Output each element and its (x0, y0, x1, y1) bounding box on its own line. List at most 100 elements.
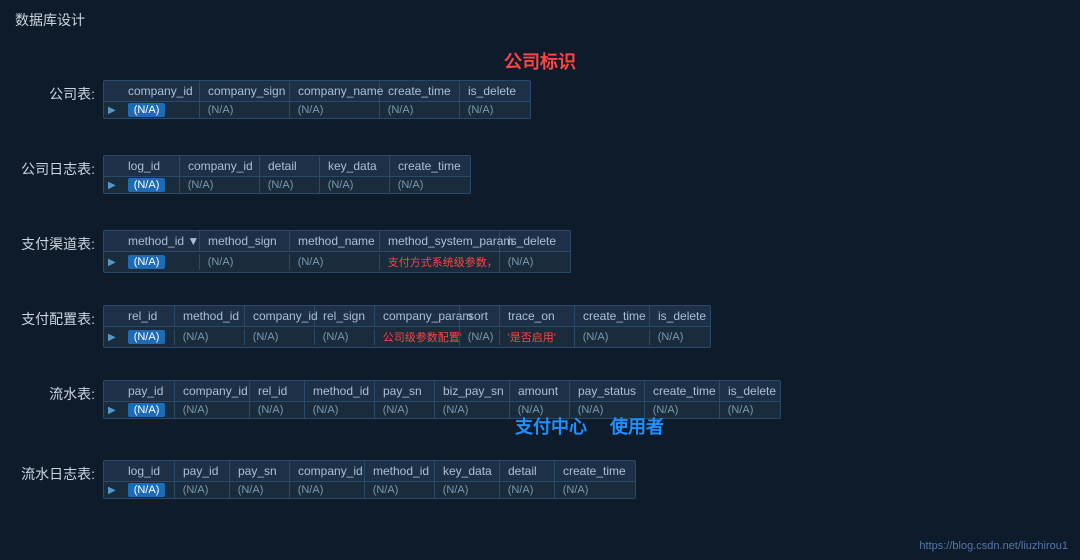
table-cell: (N/A) (375, 402, 435, 418)
table-cell: (N/A) (435, 402, 510, 418)
table-cell: (N/A) (555, 482, 635, 498)
column-header: pay_sn (375, 381, 435, 401)
db-table: log_idpay_idpay_sncompany_idmethod_idkey… (103, 460, 636, 499)
column-header: pay_status (570, 381, 645, 401)
row-expand-icon[interactable]: ▶ (104, 330, 120, 345)
row-expand-icon[interactable]: ▶ (104, 103, 120, 118)
table-cell: (N/A) (290, 102, 380, 118)
row-label: 公司日志表: (15, 155, 95, 179)
column-header: amount (510, 381, 570, 401)
table-cell: (N/A) (460, 102, 530, 118)
row-label: 流水表: (15, 380, 95, 404)
column-header: is_delete (500, 231, 570, 251)
table-cell: (N/A) (720, 402, 780, 418)
table-cell: 公司级参数配置' (375, 327, 460, 347)
table-cell: (N/A) (290, 254, 380, 270)
table-cell: (N/A) (120, 482, 175, 498)
column-header: method_id (365, 461, 435, 481)
column-header: trace_on (500, 306, 575, 326)
column-header: company_id (180, 156, 260, 176)
row-expand-icon[interactable]: ▶ (104, 178, 120, 193)
center-label: 公司标识 (0, 48, 1080, 74)
column-header: method_system_param (380, 231, 500, 251)
table-row: 公司日志表: log_idcompany_iddetailkey_datacrea… (15, 155, 471, 194)
table-cell: (N/A) (575, 329, 650, 345)
db-table: rel_idmethod_idcompany_idrel_signcompany… (103, 305, 711, 348)
column-header: log_id (120, 156, 180, 176)
row-label: 支付配置表: (15, 305, 95, 329)
row-label: 公司表: (15, 80, 95, 104)
table-cell: (N/A) (120, 177, 180, 193)
column-header: create_time (555, 461, 635, 481)
column-header: sort (460, 306, 500, 326)
column-header: is_delete (650, 306, 710, 326)
table-cell: (N/A) (365, 482, 435, 498)
column-header: method_sign (200, 231, 290, 251)
column-header: is_delete (460, 81, 530, 101)
table-row: 支付渠道表: method_id ▼method_signmethod_namem… (15, 230, 571, 273)
table-cell: (N/A) (175, 482, 230, 498)
column-header: biz_pay_sn (435, 381, 510, 401)
row-label: 支付渠道表: (15, 230, 95, 254)
table-cell: (N/A) (320, 177, 390, 193)
column-header: method_id (305, 381, 375, 401)
column-header: rel_id (250, 381, 305, 401)
table-row: 支付配置表: rel_idmethod_idcompany_idrel_signc… (15, 305, 711, 348)
table-cell: '是否启用' (500, 327, 575, 347)
column-header: log_id (120, 461, 175, 481)
column-header: detail (260, 156, 320, 176)
column-header: pay_id (120, 381, 175, 401)
table-cell: (N/A) (500, 254, 570, 270)
table-cell: (N/A) (120, 254, 200, 270)
page-title: 数据库设计 (15, 10, 85, 30)
column-header: create_time (380, 81, 460, 101)
column-header: method_name (290, 231, 380, 251)
table-cell: (N/A) (175, 402, 250, 418)
column-header: is_delete (720, 381, 780, 401)
table-cell: (N/A) (180, 177, 260, 193)
table-cell: (N/A) (305, 402, 375, 418)
table-cell: (N/A) (380, 102, 460, 118)
column-header: pay_id (175, 461, 230, 481)
column-header: company_id (290, 461, 365, 481)
column-header: create_time (575, 306, 650, 326)
overlay-label: 支付中心 (515, 413, 587, 439)
table-cell: (N/A) (315, 329, 375, 345)
table-cell: (N/A) (250, 402, 305, 418)
watermark: https://blog.csdn.net/liuzhirou1 (919, 540, 1068, 552)
db-table: log_idcompany_iddetailkey_datacreate_tim… (103, 155, 471, 194)
table-cell: (N/A) (260, 177, 320, 193)
db-table: company_idcompany_signcompany_namecreate… (103, 80, 531, 119)
column-header: detail (500, 461, 555, 481)
column-header: create_time (390, 156, 470, 176)
column-header: company_sign (200, 81, 290, 101)
row-expand-icon[interactable]: ▶ (104, 483, 120, 498)
db-table: pay_idcompany_idrel_idmethod_idpay_snbiz… (103, 380, 781, 419)
column-header: company_param (375, 306, 460, 326)
column-header: key_data (435, 461, 500, 481)
column-header: create_time (645, 381, 720, 401)
column-header: company_id (120, 81, 200, 101)
table-cell: (N/A) (460, 329, 500, 345)
table-cell: (N/A) (120, 329, 175, 345)
row-expand-icon[interactable]: ▶ (104, 403, 120, 418)
table-cell: (N/A) (245, 329, 315, 345)
row-expand-icon[interactable]: ▶ (104, 255, 120, 270)
overlay-label: 使用者 (610, 413, 664, 439)
column-header: company_name (290, 81, 380, 101)
row-label: 流水日志表: (15, 460, 95, 484)
column-header: method_id (175, 306, 245, 326)
table-cell: (N/A) (230, 482, 290, 498)
table-cell: 支付方式系统级参数， (380, 252, 500, 272)
table-cell: (N/A) (200, 254, 290, 270)
column-header: rel_sign (315, 306, 375, 326)
table-cell: (N/A) (390, 177, 470, 193)
column-header: pay_sn (230, 461, 290, 481)
column-header: company_id (245, 306, 315, 326)
column-header: method_id ▼ (120, 231, 200, 251)
table-cell: (N/A) (120, 102, 200, 118)
table-cell: (N/A) (650, 329, 710, 345)
table-row: 公司表: company_idcompany_signcompany_namecr… (15, 80, 531, 119)
table-cell: (N/A) (500, 482, 555, 498)
table-cell: (N/A) (175, 329, 245, 345)
